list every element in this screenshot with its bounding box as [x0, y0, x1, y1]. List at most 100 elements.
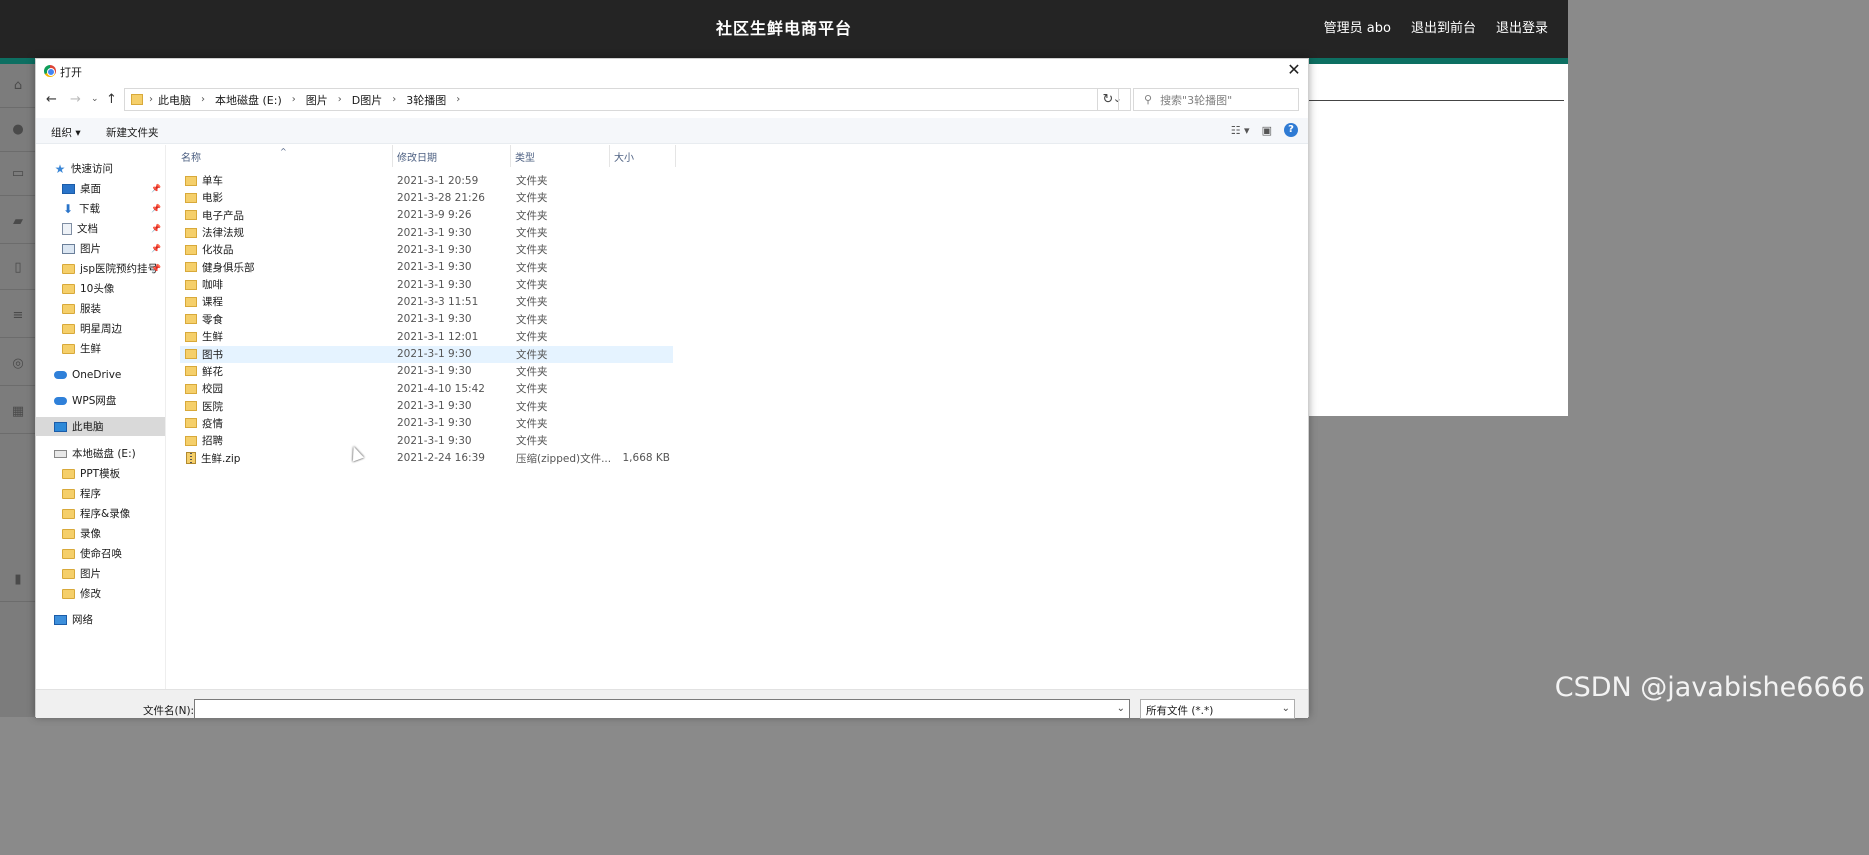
file-row[interactable]: 单车 2021-3-1 20:59 文件夹 [180, 172, 673, 189]
chevron-right-icon[interactable]: › [451, 94, 465, 105]
file-row[interactable]: 图书 2021-3-1 9:30 文件夹 [180, 345, 673, 363]
admin-user-link[interactable]: 管理员 abo [1324, 17, 1391, 36]
file-date: 2021-3-1 9:30 [397, 261, 472, 274]
nav-item[interactable]: 程序 [62, 484, 165, 503]
forward-arrow-icon[interactable]: → [70, 92, 81, 107]
filename-input[interactable]: ⌄ [194, 699, 1130, 719]
nav-item[interactable]: 10头像 [62, 279, 165, 298]
up-arrow-icon[interactable]: ↑ [106, 92, 117, 107]
logout-link[interactable]: 退出登录 [1496, 17, 1548, 36]
column-header-name[interactable]: 名称 [181, 145, 201, 167]
breadcrumb-item[interactable]: 此电脑 [153, 92, 196, 108]
nav-item[interactable]: 生鲜 [62, 339, 165, 358]
grid-icon[interactable]: ▦ [0, 390, 36, 434]
chevron-right-icon[interactable]: › [287, 94, 301, 105]
recent-locations-dropdown-icon[interactable]: ⌄ [91, 94, 99, 104]
file-row[interactable]: 鲜花 2021-3-1 9:30 文件夹 [180, 363, 673, 380]
nav-item[interactable]: ★ 快速访问 [54, 159, 165, 178]
chart-icon[interactable]: ▮ [0, 558, 36, 602]
pin-icon[interactable]: 📌 [151, 224, 161, 233]
file-type: 文件夹 [516, 331, 548, 344]
exit-to-frontend-link[interactable]: 退出到前台 [1411, 17, 1476, 36]
breadcrumb-item[interactable]: 图片 [301, 92, 333, 108]
file-row[interactable]: 电子产品 2021-3-9 9:26 文件夹 [180, 207, 673, 224]
home-icon[interactable]: ⌂ [0, 64, 36, 108]
file-row[interactable]: 招聘 2021-3-1 9:30 文件夹 [180, 432, 673, 449]
organize-button[interactable]: 组织 ▾ [51, 125, 81, 140]
chevron-down-icon[interactable]: ⌄ [1117, 703, 1125, 714]
column-header-size[interactable]: 大小 [614, 145, 634, 167]
nav-item[interactable]: jsp医院预约挂号 📌 [62, 259, 165, 278]
view-options-icon[interactable]: ☷ ▾ [1231, 124, 1250, 137]
list-icon[interactable]: ≡ [0, 294, 36, 338]
new-folder-button[interactable]: 新建文件夹 [106, 125, 159, 140]
nav-item[interactable]: OneDrive [54, 365, 165, 384]
close-icon[interactable]: ✕ [1286, 60, 1302, 79]
file-row[interactable]: 零食 2021-3-1 9:30 文件夹 [180, 311, 673, 328]
folder-icon [62, 528, 75, 539]
column-divider[interactable] [675, 145, 676, 167]
column-divider[interactable] [510, 145, 511, 167]
file-row[interactable]: 生鲜 2021-3-1 12:01 文件夹 [180, 328, 673, 345]
file-row[interactable]: 咖啡 2021-3-1 9:30 文件夹 [180, 276, 673, 293]
file-row[interactable]: 化妆品 2021-3-1 9:30 文件夹 [180, 241, 673, 258]
nav-item[interactable]: 明星周边 [62, 319, 165, 338]
column-divider[interactable] [392, 145, 393, 167]
column-header-type[interactable]: 类型 [515, 145, 535, 167]
folder-icon [185, 366, 197, 377]
file-row[interactable]: 校园 2021-4-10 15:42 文件夹 [180, 380, 673, 397]
search-input[interactable]: ⚲ 搜索"3轮播图" [1133, 88, 1299, 111]
nav-item[interactable]: 程序&录像 [62, 504, 165, 523]
file-size: 1,668 KB [622, 452, 671, 465]
file-row[interactable]: 课程 2021-3-3 11:51 文件夹 [180, 293, 673, 310]
file-name: 鲜花 [202, 365, 223, 378]
pin-icon[interactable]: 📌 [151, 264, 161, 273]
nav-item[interactable]: 修改 [62, 584, 165, 603]
filetype-select[interactable]: 所有文件 (*.*) ⌄ [1140, 699, 1295, 719]
nav-item[interactable]: 图片 📌 [62, 239, 165, 258]
nav-item[interactable]: 本地磁盘 (E:) [54, 444, 165, 463]
chevron-right-icon[interactable]: › [387, 94, 401, 105]
breadcrumb-item[interactable]: D图片 [347, 92, 387, 108]
pin-icon[interactable]: 📌 [151, 244, 161, 253]
chevron-down-icon[interactable]: ⌄ [1282, 703, 1290, 714]
phone-icon[interactable]: ▯ [0, 246, 36, 290]
nav-item[interactable]: 图片 [62, 564, 165, 583]
nav-item[interactable]: 服装 [62, 299, 165, 318]
file-row[interactable]: 医院 2021-3-1 9:30 文件夹 [180, 398, 673, 415]
compass-icon[interactable]: ◎ [0, 342, 36, 386]
monitor-icon[interactable]: ▭ [0, 152, 36, 196]
column-divider[interactable] [609, 145, 610, 167]
refresh-icon[interactable]: ↻ [1097, 88, 1119, 111]
breadcrumb-item[interactable]: 本地磁盘 (E:) [210, 92, 287, 108]
user-icon[interactable]: ● [0, 108, 36, 152]
pin-icon[interactable]: 📌 [151, 184, 161, 193]
nav-item[interactable]: 文档 📌 [62, 219, 165, 238]
file-row[interactable]: 电影 2021-3-28 21:26 文件夹 [180, 189, 673, 206]
folder-icon [185, 210, 197, 221]
file-row[interactable]: 法律法规 2021-3-1 9:30 文件夹 [180, 224, 673, 241]
breadcrumb-item[interactable]: 3轮播图 [401, 92, 451, 108]
file-row[interactable]: 生鲜.zip 2021-2-24 16:39 压缩(zipped)文件... 1,66… [180, 450, 673, 467]
address-bar[interactable]: › 此电脑 › 本地磁盘 (E:) › 图片 › D图片 › 3轮播图 › ⌄ [124, 88, 1131, 111]
nav-item-label: 10头像 [80, 283, 115, 295]
file-row[interactable]: 健身俱乐部 2021-3-1 9:30 文件夹 [180, 259, 673, 276]
file-date: 2021-3-3 11:51 [397, 295, 479, 308]
pin-icon[interactable]: 📌 [151, 204, 161, 213]
nav-item[interactable]: 桌面 📌 [62, 179, 165, 198]
nav-item[interactable]: 使命召唤 [62, 544, 165, 563]
column-header-date[interactable]: 修改日期 [397, 145, 437, 167]
briefcase-icon[interactable]: ▰ [0, 200, 36, 244]
file-row[interactable]: 疫情 2021-3-1 9:30 文件夹 [180, 415, 673, 432]
help-icon[interactable]: ? [1284, 123, 1298, 137]
preview-pane-icon[interactable]: ▣ [1262, 124, 1272, 137]
chevron-right-icon[interactable]: › [333, 94, 347, 105]
nav-item[interactable]: 网络 [54, 610, 165, 629]
nav-item[interactable]: PPT模板 [62, 464, 165, 483]
chevron-right-icon[interactable]: › [196, 94, 210, 105]
nav-item[interactable]: ⬇ 下载 📌 [62, 199, 165, 218]
nav-item[interactable]: 录像 [62, 524, 165, 543]
back-arrow-icon[interactable]: ← [46, 92, 57, 107]
nav-item[interactable]: WPS网盘 [54, 391, 165, 410]
nav-item[interactable]: 此电脑 [36, 417, 165, 436]
